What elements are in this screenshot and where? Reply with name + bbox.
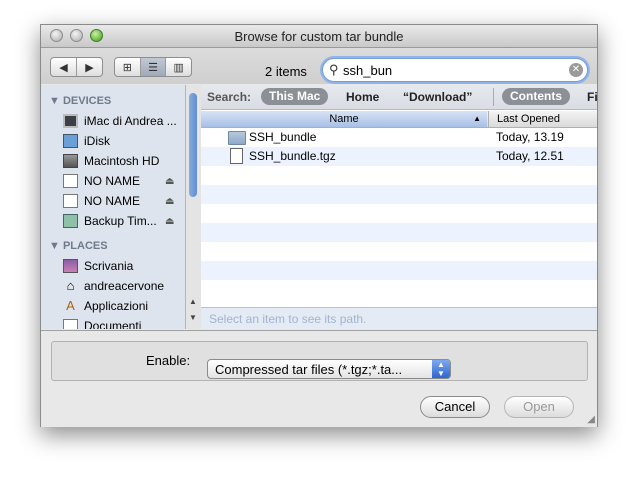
eject-icon[interactable]: ⏏ <box>165 176 174 187</box>
popup-arrows-icon: ▲ ▼ <box>432 360 450 378</box>
window-title: Browse for custom tar bundle <box>234 29 404 44</box>
list-view-icon[interactable]: ☰ <box>140 58 167 76</box>
drive-icon <box>63 174 78 188</box>
desktop-icon <box>63 259 78 273</box>
back-arrow-icon[interactable]: ◀ <box>51 58 77 76</box>
sidebar-item-macintosh-hd[interactable]: Macintosh HD <box>63 152 159 170</box>
empty-row <box>201 223 597 242</box>
search-input[interactable]: ssh_bun <box>343 63 392 78</box>
empty-row <box>201 242 597 261</box>
sidebar-item-backup[interactable]: Backup Tim... <box>63 212 157 230</box>
eject-icon[interactable]: ⏏ <box>165 196 174 207</box>
scope-divider <box>493 88 494 106</box>
search-icon: ⚲ <box>329 62 339 77</box>
file-name: SSH_bundle <box>249 130 317 144</box>
open-dialog-window: Browse for custom tar bundle ◀ ▶ ⊞ ☰ ▥ 2… <box>40 24 598 427</box>
file-date: Today, 13.19 <box>496 130 564 144</box>
icon-view-icon[interactable]: ⊞ <box>115 58 141 76</box>
imac-icon <box>63 114 78 128</box>
last-opened-column-header[interactable]: Last Opened <box>488 111 560 127</box>
eject-icon[interactable]: ⏏ <box>165 216 174 227</box>
idisk-icon <box>63 134 78 148</box>
scope-contents[interactable]: Contents <box>502 88 570 105</box>
search-scope-bar: Search: This Mac Home “Download” Content… <box>201 85 598 110</box>
view-mode-control: ⊞ ☰ ▥ <box>114 57 192 77</box>
scroll-down-icon[interactable]: ▼ <box>189 313 197 322</box>
sidebar-item-documenti[interactable]: Documenti <box>63 317 141 329</box>
scope-file-names[interactable]: Fi <box>587 90 598 104</box>
name-column-header[interactable]: Name ▲ <box>201 111 487 127</box>
document-icon <box>230 148 243 164</box>
file-type-selected: Compressed tar files (*.tgz;*.ta... <box>215 362 403 377</box>
sidebar-item-no-name-2[interactable]: NO NAME <box>63 192 140 210</box>
empty-row <box>201 280 597 299</box>
search-field[interactable]: ⚲ ssh_bun ✕ <box>322 58 588 82</box>
sidebar-item-idisk[interactable]: iDisk <box>63 132 110 150</box>
back-forward-control: ◀ ▶ <box>50 57 103 77</box>
scroll-up-icon[interactable]: ▲ <box>189 297 197 306</box>
file-list: SSH_bundle Today, 13.19 SSH_bundle.tgz T… <box>201 128 597 299</box>
scope-this-mac[interactable]: This Mac <box>261 88 329 105</box>
sidebar-item-applicazioni[interactable]: A Applicazioni <box>63 297 148 315</box>
empty-row <box>201 185 597 204</box>
enable-label: Enable: <box>146 353 191 368</box>
cancel-button[interactable]: Cancel <box>420 396 490 418</box>
places-header[interactable]: ▼ PLACES <box>49 240 108 252</box>
folder-icon <box>228 131 246 145</box>
path-bar: Select an item to see its path. <box>201 307 597 330</box>
hard-disk-icon <box>63 154 78 168</box>
sidebar-item-home[interactable]: ⌂ andreacervone <box>63 277 165 295</box>
file-name: SSH_bundle.tgz <box>249 149 336 163</box>
empty-row <box>201 166 597 185</box>
sidebar-item-imac[interactable]: iMac di Andrea ... <box>63 112 177 130</box>
scope-download[interactable]: “Download” <box>403 90 472 104</box>
scrollbar-thumb[interactable] <box>189 93 197 197</box>
empty-row <box>201 204 597 223</box>
dialog-footer: Enable: Compressed tar files (*.tgz;*.ta… <box>41 330 597 427</box>
empty-row <box>201 261 597 280</box>
applications-icon: A <box>66 298 75 313</box>
sort-ascending-icon: ▲ <box>473 114 481 123</box>
column-view-icon[interactable]: ▥ <box>166 58 191 76</box>
drive-icon <box>63 194 78 208</box>
file-date: Today, 12.51 <box>496 149 564 163</box>
column-header: Name ▲ Last Opened <box>201 111 597 128</box>
file-browser: Search: This Mac Home “Download” Content… <box>201 85 598 330</box>
resize-grip-icon[interactable]: ◢ <box>587 414 595 425</box>
scope-label: Search: <box>207 90 252 104</box>
time-machine-icon <box>63 214 78 228</box>
items-count: 2 items <box>265 64 307 79</box>
home-icon: ⌂ <box>66 278 75 293</box>
file-type-popup[interactable]: Compressed tar files (*.tgz;*.ta... ▲ ▼ <box>207 359 451 379</box>
sidebar-item-scrivania[interactable]: Scrivania <box>63 257 133 275</box>
forward-arrow-icon[interactable]: ▶ <box>77 58 102 76</box>
enable-box: Enable: Compressed tar files (*.tgz;*.ta… <box>51 341 588 381</box>
path-placeholder: Select an item to see its path. <box>209 312 367 326</box>
file-row[interactable]: SSH_bundle Today, 13.19 <box>201 128 597 147</box>
title-bar: Browse for custom tar bundle <box>41 25 597 48</box>
documents-icon <box>63 319 78 329</box>
clear-search-icon[interactable]: ✕ <box>569 63 583 77</box>
scope-home[interactable]: Home <box>346 90 379 104</box>
open-button[interactable]: Open <box>504 396 574 418</box>
sidebar: ▼ DEVICES iMac di Andrea ... iDisk Macin… <box>41 85 187 329</box>
devices-header[interactable]: ▼ DEVICES <box>49 95 111 107</box>
sidebar-scrollbar[interactable]: ▲ ▼ <box>185 85 201 329</box>
sidebar-item-no-name-1[interactable]: NO NAME <box>63 172 140 190</box>
file-row[interactable]: SSH_bundle.tgz Today, 12.51 <box>201 147 597 166</box>
